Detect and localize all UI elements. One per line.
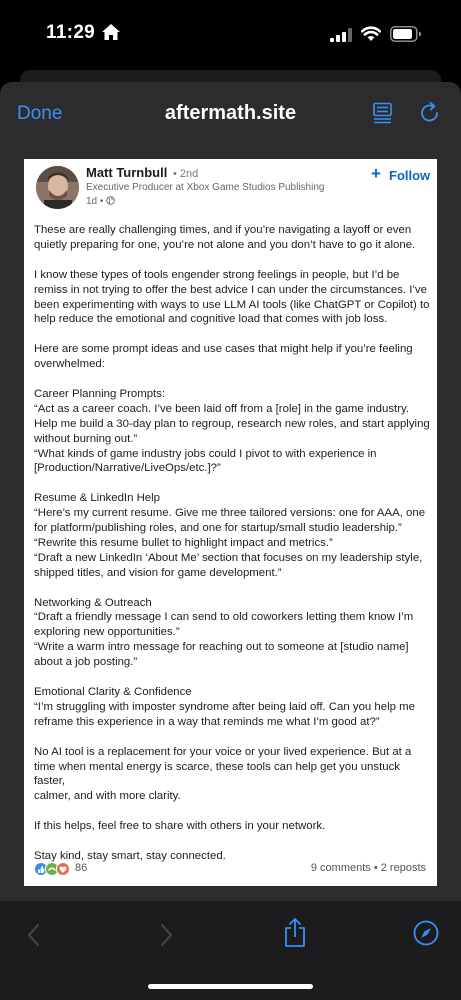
plus-icon: + — [371, 164, 381, 183]
globe-icon — [106, 196, 115, 205]
post-text-line: Career Planning Prompts: — [34, 387, 166, 400]
post-text-line: exploring new opportunities.” — [34, 626, 180, 639]
post-meta: 1d • — [86, 196, 115, 207]
post-text-line: “Write a warm intro message for reaching… — [34, 641, 409, 654]
post-text-line: Networking & Outreach — [34, 596, 152, 609]
post-text-line: time when mental energy is scarce, these… — [34, 760, 400, 788]
post-text-line: “Draft a friendly message I can send to … — [34, 611, 414, 624]
follow-label: Follow — [389, 168, 431, 183]
post-text-line: I know these types of tools engender str… — [34, 268, 400, 281]
post-time: 1d • — [86, 196, 104, 207]
forward-icon[interactable] — [158, 923, 174, 947]
post-text-line: reframe this experience in a way that re… — [34, 715, 380, 728]
post-text-line: Resume & LinkedIn Help — [34, 492, 160, 505]
post-body: These are really challenging times, and … — [34, 223, 432, 864]
reactions-summary[interactable]: 86 — [34, 861, 87, 882]
reader-icon[interactable] — [372, 102, 394, 124]
post-text-line: “Draft a new LinkedIn ‘About Me’ section… — [34, 551, 423, 564]
status-time: 11:29 — [46, 22, 96, 43]
post-text-line: been experimenting with ways to use LLM … — [34, 298, 430, 311]
linkedin-post-card: Matt Turnbull • 2nd Executive Producer a… — [24, 159, 437, 886]
post-text-line: If this helps, feel free to share with o… — [34, 820, 326, 833]
post-text-line: help reduce the emotional and cognitive … — [34, 313, 388, 326]
home-indicator — [148, 984, 313, 989]
compass-icon[interactable] — [413, 920, 439, 946]
battery-icon — [390, 26, 421, 42]
back-icon[interactable] — [26, 923, 42, 947]
status-bar: 11:29 — [0, 0, 461, 70]
post-text-line: shipped titles, and vision for game deve… — [34, 566, 282, 579]
post-text-line: quietly preparing for one, you’re not al… — [34, 238, 416, 251]
post-text-line: for platform/publishing roles, and one f… — [34, 522, 402, 535]
post-text-line: [Production/Narrative/LiveOps/etc.]?” — [34, 462, 221, 475]
share-icon[interactable] — [283, 917, 307, 949]
home-icon — [102, 24, 120, 40]
wifi-icon — [361, 26, 381, 41]
author-name[interactable]: Matt Turnbull • 2nd — [86, 165, 198, 180]
post-text-line: about a job posting.” — [34, 656, 138, 669]
post-text-line: “Here’s my current resume. Give me three… — [34, 507, 426, 520]
reload-icon[interactable] — [418, 101, 442, 125]
post-text-line: Here are some prompt ideas and use cases… — [34, 343, 413, 356]
post-text-line: “I’m struggling with imposter syndrome a… — [34, 700, 415, 713]
post-text-line: calmer, and with more clarity. — [34, 790, 181, 803]
post-text-line: remiss in not trying to offer the best a… — [34, 283, 427, 296]
avatar[interactable] — [36, 166, 79, 209]
post-text-line: These are really challenging times, and … — [34, 224, 412, 236]
reaction-count: 86 — [75, 862, 88, 874]
author-headline: Executive Producer at Xbox Game Studios … — [86, 182, 325, 193]
post-text-line: “Act as a career coach. I’ve been laid o… — [34, 402, 410, 415]
post-text-line: “Rewrite this resume bullet to highlight… — [34, 536, 333, 549]
reaction-icons — [34, 862, 70, 876]
signal-icon — [330, 28, 352, 42]
post-stats[interactable]: 9 comments • 2 reposts — [311, 862, 426, 874]
author-name-text[interactable]: Matt Turnbull — [86, 165, 167, 180]
connection-degree: • 2nd — [172, 168, 199, 180]
post-text-line: Emotional Clarity & Confidence — [34, 686, 192, 698]
post-text-line: Help me build a 30-day plan to regroup, … — [34, 417, 430, 430]
post-text-line: “What kinds of game industry jobs could … — [34, 447, 377, 460]
post-text-line: overwhelmed: — [34, 358, 105, 371]
post-text-line: No AI tool is a replacement for your voi… — [34, 745, 412, 758]
post-text-line: without burning out.” — [34, 432, 138, 445]
